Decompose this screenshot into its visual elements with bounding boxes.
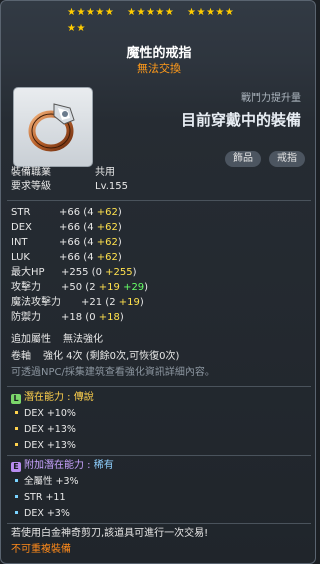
additional-potential-line: 全屬性 +3% (15, 476, 79, 488)
stat-bonus: +19 (118, 297, 140, 308)
stat-attack: 攻擊力 +50 (2 +19 +29) (11, 282, 149, 293)
potential-line: DEX +13% (15, 424, 76, 436)
trade-status: 無法交換 (137, 62, 181, 75)
potential-label: 潛在能力 (24, 392, 64, 403)
stat-bonus: +255 (105, 267, 133, 278)
stat-name: 攻擊力 (11, 282, 41, 293)
stat-base: 2 (89, 282, 96, 293)
scroll-info: 卷軸 強化 4次 (剩餘0次,可恢復0次) (11, 351, 179, 363)
stat-bonus: +62 (96, 207, 118, 218)
stat-total: +255 (61, 267, 89, 278)
additional-potential-header: E 附加潛在能力 : 稀有 (11, 460, 114, 472)
stat-total: +50 (61, 282, 83, 293)
stat-total: +66 (59, 252, 81, 263)
additional-potential-grade: 稀有 (93, 460, 114, 471)
item-tooltip: ★★★★★ ★★★★★ ★★★★★ ★★ 魔性的戒指 無法交換 戰鬥力提升量 目… (0, 0, 316, 564)
potential-grade: 傳說 (73, 392, 94, 403)
stat-base: 2 (109, 297, 116, 308)
stat-luk: LUK +66 (4 +62) (11, 252, 122, 263)
star-force-row-1: ★★★★★ ★★★★★ ★★★★★ (67, 7, 243, 18)
stat-total: +66 (59, 207, 81, 218)
stat-base: 4 (87, 252, 94, 263)
stat-name: INT (11, 237, 28, 248)
stat-flame-bonus: +29 (123, 282, 145, 293)
stat-name: 防禦力 (11, 312, 41, 323)
stat-name: 魔法攻擊力 (11, 297, 61, 308)
ring-icon (28, 103, 75, 152)
stat-base: 0 (95, 267, 102, 278)
combat-power-label: 戰鬥力提升量 (241, 93, 301, 104)
extra-attribute: 追加屬性 無法強化 (11, 334, 103, 346)
divider (7, 200, 311, 201)
additional-potential-line: DEX +3% (15, 508, 70, 520)
stat-total: +66 (59, 222, 81, 233)
epic-icon: E (11, 462, 21, 472)
star-group-2: ★★★★★ (127, 7, 175, 18)
potential-line: DEX +13% (15, 440, 76, 452)
stat-str: STR +66 (4 +62) (11, 207, 122, 218)
req-level: 要求等級 Lv.155 (11, 181, 128, 193)
stat-bonus: +19 (98, 282, 120, 293)
stat-bonus: +62 (96, 222, 118, 233)
enhance-note: 可透過NPC/採集建筑查看強化資訊詳細內容。 (11, 367, 215, 378)
stat-base: 4 (87, 222, 94, 233)
stat-total: +18 (61, 312, 83, 323)
legendary-icon: L (11, 394, 21, 404)
req-job-value: 共用 (95, 167, 115, 178)
stat-name: DEX (11, 222, 32, 233)
scroll-value: 強化 4次 (剩餘0次,可恢復0次) (43, 351, 180, 362)
stat-magic-attack: 魔法攻擊力 +21 (2 +19) (11, 297, 144, 308)
divider (7, 523, 311, 524)
potential-line: DEX +10% (15, 408, 76, 420)
star-force-row-2: ★★ (67, 23, 95, 34)
stat-total: +21 (81, 297, 103, 308)
category-tag-ring: 戒指 (269, 151, 305, 167)
stat-base: 0 (89, 312, 96, 323)
item-name: 魔性的戒指 (126, 46, 192, 61)
req-level-label: 要求等級 (11, 181, 51, 192)
star-group-4: ★★ (67, 23, 86, 34)
divider (7, 455, 311, 456)
extra-attribute-value: 無法強化 (63, 334, 103, 345)
req-level-value: Lv.155 (95, 181, 128, 192)
stat-defense: 防禦力 +18 (0 +18) (11, 312, 124, 323)
scissors-note: 若使用白金神奇剪刀,該道具可進行一次交易! (11, 528, 209, 539)
additional-potential-label: 附加潛在能力 (24, 460, 84, 471)
stat-name: LUK (11, 252, 30, 263)
stat-bonus: +18 (98, 312, 120, 323)
star-group-1: ★★★★★ (67, 7, 115, 18)
scroll-label: 卷軸 (11, 351, 31, 362)
category-tag-accessory: 飾品 (225, 151, 261, 167)
req-job-label: 裝備職業 (11, 167, 51, 178)
unique-equip-warning: 不可重複裝備 (11, 544, 71, 555)
stat-base: 4 (87, 207, 94, 218)
stat-bonus: +62 (96, 252, 118, 263)
stat-name: STR (11, 207, 31, 218)
req-job: 裝備職業 共用 (11, 167, 115, 179)
stat-int: INT +66 (4 +62) (11, 237, 122, 248)
star-group-3: ★★★★★ (187, 7, 235, 18)
item-icon-frame (13, 87, 93, 167)
stat-bonus: +62 (96, 237, 118, 248)
potential-header: L 潛在能力 : 傳說 (11, 392, 94, 404)
current-equipped-label: 目前穿戴中的裝備 (180, 111, 301, 129)
stat-base: 4 (87, 237, 94, 248)
stat-dex: DEX +66 (4 +62) (11, 222, 122, 233)
stat-max-hp: 最大HP +255 (0 +255) (11, 267, 137, 278)
extra-attribute-label: 追加屬性 (11, 334, 51, 345)
additional-potential-line: STR +11 (15, 492, 66, 504)
stat-name: 最大HP (11, 267, 45, 278)
stat-total: +66 (59, 237, 81, 248)
divider (7, 386, 311, 387)
